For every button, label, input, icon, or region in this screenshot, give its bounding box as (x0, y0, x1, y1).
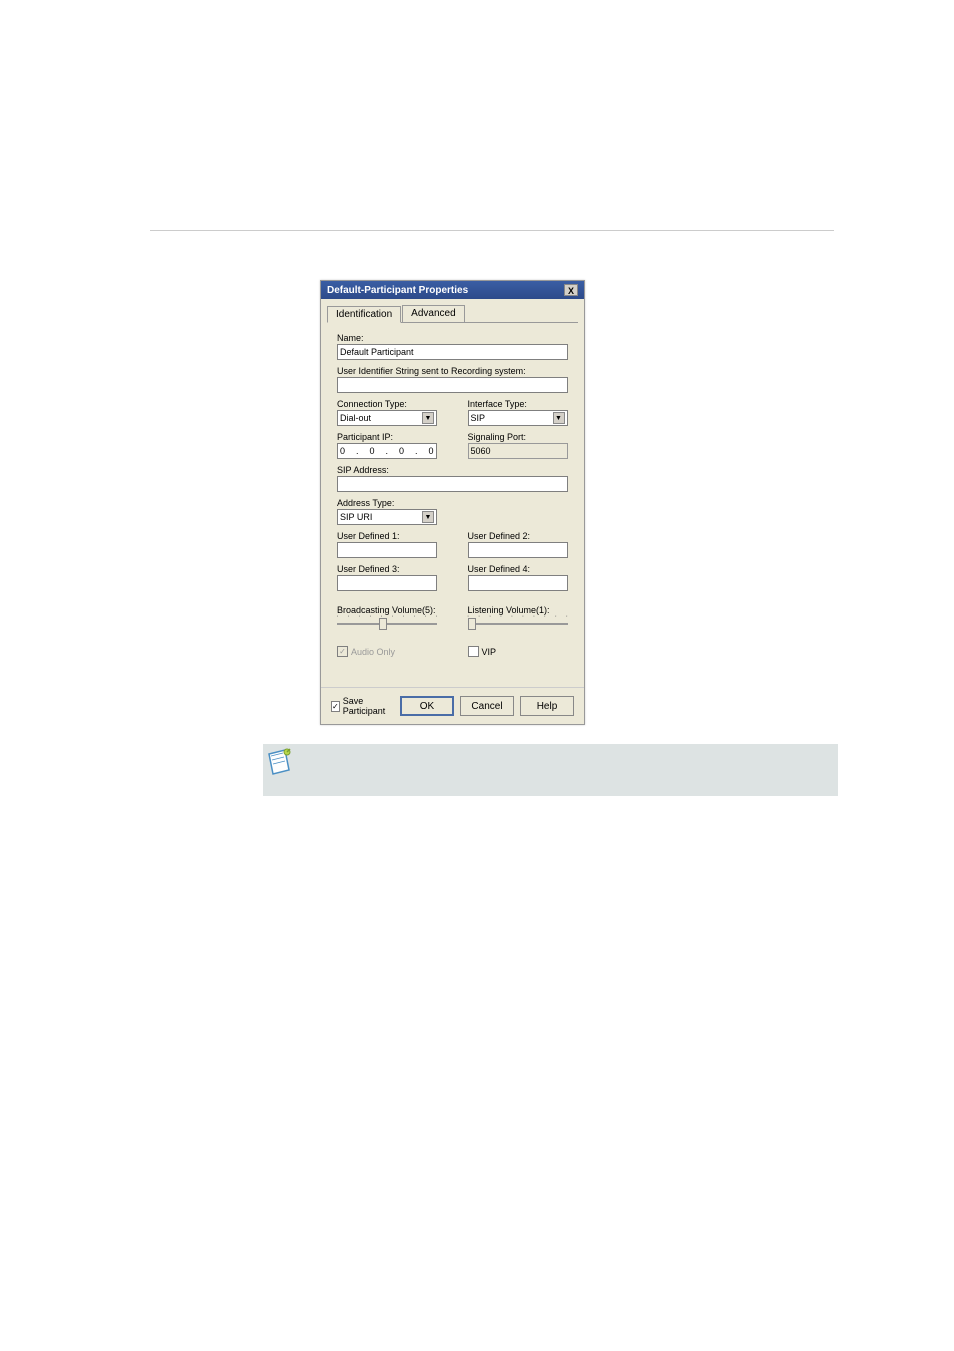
ud1-label: User Defined 1: (337, 531, 438, 541)
name-input[interactable] (337, 344, 568, 360)
help-button[interactable]: Help (520, 696, 574, 716)
listening-volume-slider[interactable]: '''''''''' (468, 616, 568, 634)
chevron-down-icon: ▼ (553, 412, 565, 424)
dialog-title: Default-Participant Properties (327, 285, 468, 296)
ud2-input[interactable] (468, 542, 568, 558)
broadcasting-volume-label: Broadcasting Volume(5): (337, 605, 438, 615)
cancel-button[interactable]: Cancel (460, 696, 514, 716)
tab-identification[interactable]: Identification (327, 306, 401, 323)
participant-ip-input[interactable] (337, 443, 437, 459)
vip-label: VIP (482, 647, 497, 657)
chevron-down-icon: ▼ (422, 412, 434, 424)
save-participant-checkbox[interactable]: ✓ (331, 701, 340, 712)
address-type-label: Address Type: (337, 498, 568, 508)
ud1-input[interactable] (337, 542, 437, 558)
save-participant-label: Save Participant (343, 696, 388, 716)
horizontal-rule (150, 230, 834, 231)
signaling-port-input (468, 443, 568, 459)
connection-type-label: Connection Type: (337, 399, 438, 409)
ud4-label: User Defined 4: (468, 564, 569, 574)
slider-thumb[interactable] (379, 618, 387, 630)
ud3-label: User Defined 3: (337, 564, 438, 574)
uid-label: User Identifier String sent to Recording… (337, 366, 568, 376)
tab-content: Name: User Identifier String sent to Rec… (321, 323, 584, 687)
signaling-port-label: Signaling Port: (468, 432, 569, 442)
tabs: Identification Advanced (327, 305, 578, 323)
slider-thumb[interactable] (468, 618, 476, 630)
tab-advanced[interactable]: Advanced (402, 305, 464, 322)
audio-only-checkbox: ✓ (337, 646, 348, 657)
participant-properties-dialog: Default-Participant Properties X Identif… (320, 280, 585, 725)
vip-checkbox[interactable] (468, 646, 479, 657)
ud2-label: User Defined 2: (468, 531, 569, 541)
connection-type-value: Dial-out (340, 413, 371, 423)
chevron-down-icon: ▼ (422, 511, 434, 523)
listening-volume-label: Listening Volume(1): (468, 605, 569, 615)
sip-address-label: SIP Address: (337, 465, 568, 475)
connection-type-select[interactable]: Dial-out ▼ (337, 410, 437, 426)
interface-type-value: SIP (471, 413, 486, 423)
titlebar[interactable]: Default-Participant Properties X (321, 281, 584, 299)
sip-address-input[interactable] (337, 476, 568, 492)
name-label: Name: (337, 333, 568, 343)
ud3-input[interactable] (337, 575, 437, 591)
dialog-footer: ✓ Save Participant OK Cancel Help (321, 687, 584, 724)
address-type-select[interactable]: SIP URI ▼ (337, 509, 437, 525)
ok-button[interactable]: OK (400, 696, 454, 716)
interface-type-select[interactable]: SIP ▼ (468, 410, 568, 426)
audio-only-label: Audio Only (351, 647, 395, 657)
note-box (263, 744, 838, 796)
close-button[interactable]: X (564, 284, 578, 296)
uid-input[interactable] (337, 377, 568, 393)
ud4-input[interactable] (468, 575, 568, 591)
broadcasting-volume-slider[interactable]: '''''''''' (337, 616, 437, 634)
interface-type-label: Interface Type: (468, 399, 569, 409)
note-icon (265, 748, 295, 778)
address-type-value: SIP URI (340, 512, 372, 522)
participant-ip-label: Participant IP: (337, 432, 438, 442)
